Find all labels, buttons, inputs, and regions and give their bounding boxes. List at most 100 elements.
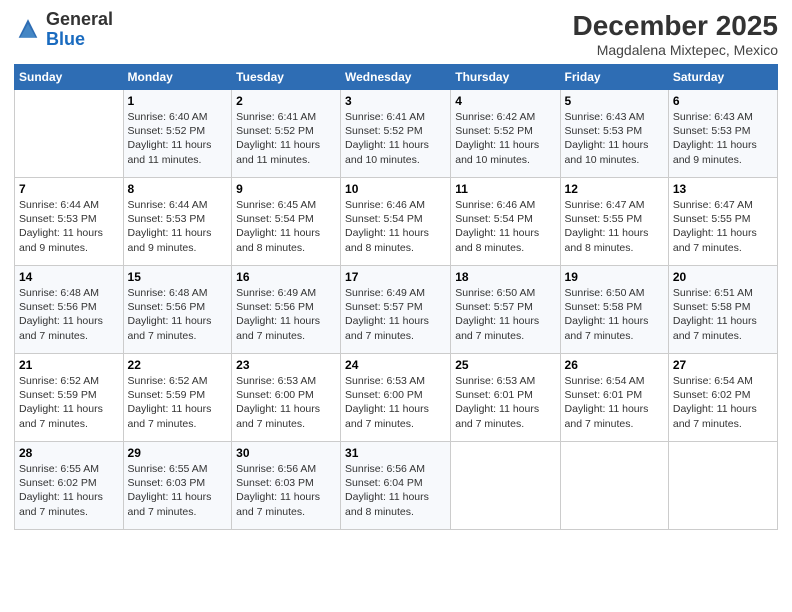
calendar-cell: 4 Sunrise: 6:42 AMSunset: 5:52 PMDaylight… — [451, 90, 560, 178]
weekday-header-wednesday: Wednesday — [341, 65, 451, 90]
day-number: 20 — [673, 270, 773, 284]
day-info: Sunrise: 6:53 AMSunset: 6:01 PMDaylight:… — [455, 374, 555, 431]
logo-general: General — [46, 9, 113, 29]
logo-icon — [14, 16, 42, 44]
day-number: 18 — [455, 270, 555, 284]
calendar-cell: 23 Sunrise: 6:53 AMSunset: 6:00 PMDayligh… — [232, 354, 341, 442]
calendar-week-row: 28 Sunrise: 6:55 AMSunset: 6:02 PMDayligh… — [15, 442, 778, 530]
calendar-week-row: 14 Sunrise: 6:48 AMSunset: 5:56 PMDayligh… — [15, 266, 778, 354]
calendar-week-row: 21 Sunrise: 6:52 AMSunset: 5:59 PMDayligh… — [15, 354, 778, 442]
title-block: December 2025 Magdalena Mixtepec, Mexico — [573, 10, 778, 58]
month-title: December 2025 — [573, 10, 778, 42]
day-info: Sunrise: 6:53 AMSunset: 6:00 PMDaylight:… — [345, 374, 446, 431]
calendar-cell: 10Sunrise: 6:46 AMSunset: 5:54 PMDayligh… — [341, 178, 451, 266]
day-info: Sunrise: 6:54 AMSunset: 6:01 PMDaylight:… — [565, 374, 664, 431]
day-number: 25 — [455, 358, 555, 372]
day-number: 7 — [19, 182, 119, 196]
day-number: 5 — [565, 94, 664, 108]
day-info: Sunrise: 6:43 AMSunset: 5:53 PMDaylight:… — [565, 110, 664, 167]
weekday-header-sunday: Sunday — [15, 65, 124, 90]
calendar-week-row: 7 Sunrise: 6:44 AMSunset: 5:53 PMDaylight… — [15, 178, 778, 266]
day-info: Sunrise: 6:47 AMSunset: 5:55 PMDaylight:… — [565, 198, 664, 255]
day-number: 19 — [565, 270, 664, 284]
calendar-cell: 27Sunrise: 6:54 AMSunset: 6:02 PMDayligh… — [668, 354, 777, 442]
calendar-cell: 13Sunrise: 6:47 AMSunset: 5:55 PMDayligh… — [668, 178, 777, 266]
day-info: Sunrise: 6:40 AMSunset: 5:52 PMDaylight:… — [128, 110, 228, 167]
day-info: Sunrise: 6:44 AMSunset: 5:53 PMDaylight:… — [19, 198, 119, 255]
day-number: 6 — [673, 94, 773, 108]
day-number: 2 — [236, 94, 336, 108]
calendar-cell: 11 Sunrise: 6:46 AMSunset: 5:54 PMDayligh… — [451, 178, 560, 266]
logo-blue: Blue — [46, 29, 85, 49]
day-number: 27 — [673, 358, 773, 372]
calendar-cell — [668, 442, 777, 530]
day-info: Sunrise: 6:44 AMSunset: 5:53 PMDaylight:… — [128, 198, 228, 255]
day-info: Sunrise: 6:51 AMSunset: 5:58 PMDaylight:… — [673, 286, 773, 343]
day-number: 28 — [19, 446, 119, 460]
day-number: 17 — [345, 270, 446, 284]
calendar-table: SundayMondayTuesdayWednesdayThursdayFrid… — [14, 64, 778, 530]
weekday-header-friday: Friday — [560, 65, 668, 90]
calendar-cell: 29 Sunrise: 6:55 AMSunset: 6:03 PMDayligh… — [123, 442, 232, 530]
calendar-cell: 20 Sunrise: 6:51 AMSunset: 5:58 PMDayligh… — [668, 266, 777, 354]
calendar-cell: 7 Sunrise: 6:44 AMSunset: 5:53 PMDaylight… — [15, 178, 124, 266]
page-container: General Blue December 2025 Magdalena Mix… — [0, 0, 792, 540]
day-number: 3 — [345, 94, 446, 108]
calendar-cell: 1Sunrise: 6:40 AMSunset: 5:52 PMDaylight… — [123, 90, 232, 178]
day-info: Sunrise: 6:46 AMSunset: 5:54 PMDaylight:… — [345, 198, 446, 255]
calendar-cell: 26 Sunrise: 6:54 AMSunset: 6:01 PMDayligh… — [560, 354, 668, 442]
day-info: Sunrise: 6:56 AMSunset: 6:04 PMDaylight:… — [345, 462, 446, 519]
calendar-cell: 9 Sunrise: 6:45 AMSunset: 5:54 PMDaylight… — [232, 178, 341, 266]
calendar-cell: 5 Sunrise: 6:43 AMSunset: 5:53 PMDaylight… — [560, 90, 668, 178]
day-info: Sunrise: 6:41 AMSunset: 5:52 PMDaylight:… — [345, 110, 446, 167]
day-number: 11 — [455, 182, 555, 196]
calendar-cell: 12Sunrise: 6:47 AMSunset: 5:55 PMDayligh… — [560, 178, 668, 266]
calendar-cell — [451, 442, 560, 530]
day-number: 9 — [236, 182, 336, 196]
calendar-week-row: 1Sunrise: 6:40 AMSunset: 5:52 PMDaylight… — [15, 90, 778, 178]
calendar-cell: 2Sunrise: 6:41 AMSunset: 5:52 PMDaylight… — [232, 90, 341, 178]
day-number: 21 — [19, 358, 119, 372]
day-number: 14 — [19, 270, 119, 284]
day-info: Sunrise: 6:45 AMSunset: 5:54 PMDaylight:… — [236, 198, 336, 255]
day-info: Sunrise: 6:46 AMSunset: 5:54 PMDaylight:… — [455, 198, 555, 255]
day-info: Sunrise: 6:42 AMSunset: 5:52 PMDaylight:… — [455, 110, 555, 167]
day-number: 30 — [236, 446, 336, 460]
calendar-cell: 31 Sunrise: 6:56 AMSunset: 6:04 PMDayligh… — [341, 442, 451, 530]
calendar-cell: 14Sunrise: 6:48 AMSunset: 5:56 PMDayligh… — [15, 266, 124, 354]
calendar-cell: 17 Sunrise: 6:49 AMSunset: 5:57 PMDayligh… — [341, 266, 451, 354]
day-number: 16 — [236, 270, 336, 284]
weekday-header-row: SundayMondayTuesdayWednesdayThursdayFrid… — [15, 65, 778, 90]
day-number: 8 — [128, 182, 228, 196]
day-info: Sunrise: 6:50 AMSunset: 5:57 PMDaylight:… — [455, 286, 555, 343]
weekday-header-saturday: Saturday — [668, 65, 777, 90]
day-info: Sunrise: 6:53 AMSunset: 6:00 PMDaylight:… — [236, 374, 336, 431]
day-number: 4 — [455, 94, 555, 108]
day-info: Sunrise: 6:55 AMSunset: 6:03 PMDaylight:… — [128, 462, 228, 519]
weekday-header-monday: Monday — [123, 65, 232, 90]
day-number: 26 — [565, 358, 664, 372]
day-info: Sunrise: 6:52 AMSunset: 5:59 PMDaylight:… — [128, 374, 228, 431]
day-number: 15 — [128, 270, 228, 284]
day-number: 23 — [236, 358, 336, 372]
weekday-header-tuesday: Tuesday — [232, 65, 341, 90]
day-number: 29 — [128, 446, 228, 460]
calendar-cell: 8 Sunrise: 6:44 AMSunset: 5:53 PMDaylight… — [123, 178, 232, 266]
day-info: Sunrise: 6:55 AMSunset: 6:02 PMDaylight:… — [19, 462, 119, 519]
day-number: 24 — [345, 358, 446, 372]
calendar-cell: 6Sunrise: 6:43 AMSunset: 5:53 PMDaylight… — [668, 90, 777, 178]
weekday-header-thursday: Thursday — [451, 65, 560, 90]
calendar-cell: 3 Sunrise: 6:41 AMSunset: 5:52 PMDaylight… — [341, 90, 451, 178]
day-number: 22 — [128, 358, 228, 372]
calendar-cell: 19 Sunrise: 6:50 AMSunset: 5:58 PMDayligh… — [560, 266, 668, 354]
calendar-cell — [560, 442, 668, 530]
day-info: Sunrise: 6:48 AMSunset: 5:56 PMDaylight:… — [128, 286, 228, 343]
day-info: Sunrise: 6:49 AMSunset: 5:57 PMDaylight:… — [345, 286, 446, 343]
location: Magdalena Mixtepec, Mexico — [573, 42, 778, 58]
day-number: 31 — [345, 446, 446, 460]
header: General Blue December 2025 Magdalena Mix… — [14, 10, 778, 58]
calendar-cell: 24 Sunrise: 6:53 AMSunset: 6:00 PMDayligh… — [341, 354, 451, 442]
calendar-cell: 16Sunrise: 6:49 AMSunset: 5:56 PMDayligh… — [232, 266, 341, 354]
day-info: Sunrise: 6:50 AMSunset: 5:58 PMDaylight:… — [565, 286, 664, 343]
day-number: 13 — [673, 182, 773, 196]
